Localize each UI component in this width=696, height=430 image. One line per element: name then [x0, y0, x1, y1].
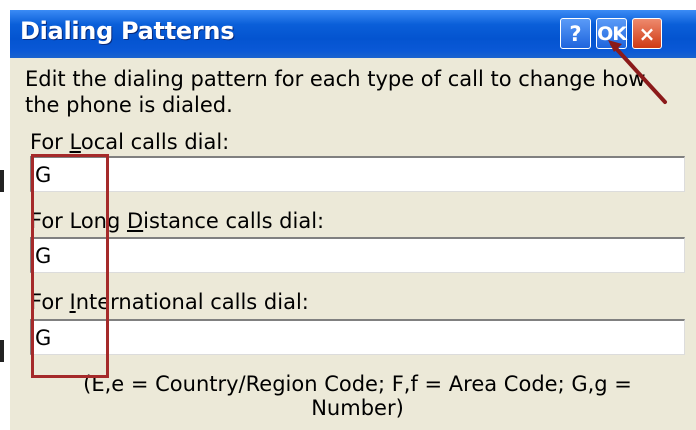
long-distance-calls-input[interactable] — [30, 237, 685, 273]
help-icon: ? — [569, 21, 582, 46]
dialog-title: Dialing Patterns — [20, 17, 235, 45]
help-button[interactable]: ? — [560, 18, 591, 49]
pattern-legend-note: (E,e = Country/Region Code; F,f = Area C… — [30, 372, 685, 420]
edge-marker — [0, 170, 4, 192]
international-label-suffix: nternational calls dial: — [75, 290, 309, 314]
international-label-prefix: For — [30, 290, 70, 314]
local-calls-label: For Local calls dial: — [30, 130, 229, 154]
edge-marker — [0, 340, 4, 362]
long-distance-label-suffix: istance calls dial: — [143, 209, 325, 233]
title-bar[interactable]: Dialing Patterns ? OK × — [10, 10, 696, 58]
international-calls-input[interactable] — [30, 319, 685, 355]
long-distance-label-access-key: D — [126, 209, 144, 233]
long-distance-label-prefix: For Long — [30, 209, 127, 233]
local-label-access-key: L — [69, 130, 81, 154]
local-label-prefix: For — [30, 130, 70, 154]
pattern-legend-line-2: Number) — [311, 396, 404, 420]
instructions-line-2: the phone is dialed. — [25, 93, 233, 117]
background-window-edge — [0, 0, 10, 430]
screen: Dialing Patterns ? OK × Edit the dialing… — [0, 0, 696, 430]
pattern-legend-line-1: (E,e = Country/Region Code; F,f = Area C… — [83, 372, 632, 396]
instructions-line-1: Edit the dialing pattern for each type o… — [25, 67, 646, 91]
ok-button[interactable]: OK — [596, 18, 627, 49]
local-label-suffix: ocal calls dial: — [80, 130, 230, 154]
local-calls-input[interactable] — [30, 156, 685, 192]
close-icon: × — [638, 21, 656, 46]
dialing-patterns-dialog: Dialing Patterns ? OK × Edit the dialing… — [10, 10, 696, 430]
close-button[interactable]: × — [632, 18, 662, 49]
international-calls-label: For International calls dial: — [30, 290, 309, 314]
long-distance-calls-label: For Long Distance calls dial: — [30, 209, 324, 233]
ok-button-label: OK — [597, 22, 627, 45]
